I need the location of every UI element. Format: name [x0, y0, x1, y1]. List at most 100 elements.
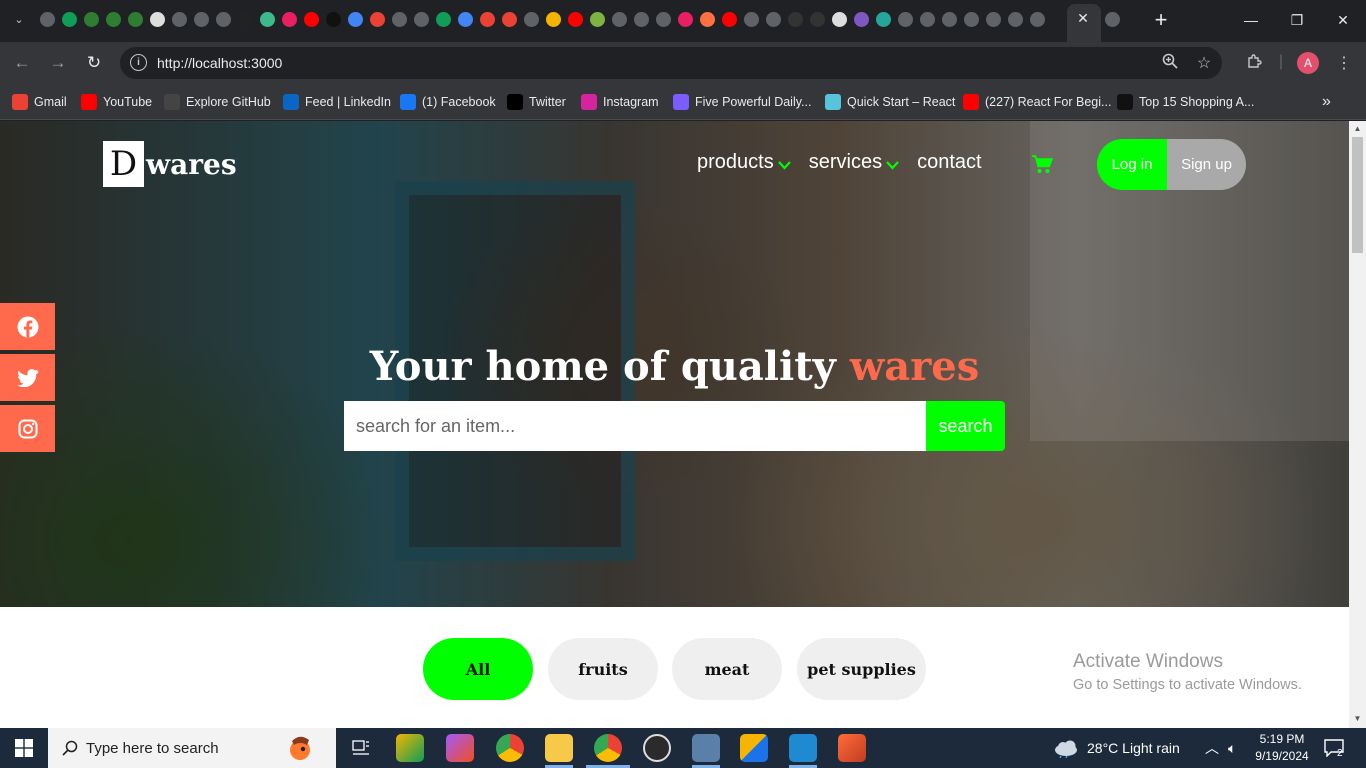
tab-favicon[interactable]: [986, 12, 1001, 27]
tab-favicon[interactable]: [546, 12, 561, 27]
tray-chevron-up-icon[interactable]: ︿: [1205, 728, 1219, 768]
instagram-icon[interactable]: [0, 405, 55, 452]
bookmark-item[interactable]: Five Powerful Daily...: [673, 93, 811, 111]
bookmark-item[interactable]: (227) React For Begi...: [963, 93, 1111, 111]
tab-favicon[interactable]: [876, 12, 891, 27]
tab-favicon[interactable]: [722, 12, 737, 27]
tab-favicon[interactable]: [172, 12, 187, 27]
vscode-icon[interactable]: [789, 734, 817, 762]
tab-favicon[interactable]: [458, 12, 473, 27]
tab-favicon[interactable]: [766, 12, 781, 27]
cart-icon[interactable]: [1031, 154, 1053, 180]
restore-icon[interactable]: ❐: [1274, 6, 1320, 34]
tab-favicon[interactable]: [524, 12, 539, 27]
browser-menu-icon[interactable]: ⋮: [1334, 53, 1354, 73]
extensions-icon[interactable]: [1244, 53, 1264, 75]
reload-icon[interactable]: ↻: [81, 51, 107, 75]
tab-favicon[interactable]: [436, 12, 451, 27]
bookmark-item[interactable]: Gmail: [12, 93, 67, 111]
scrollbar-thumb[interactable]: [1352, 137, 1363, 253]
tab-favicon[interactable]: [128, 12, 143, 27]
site-info-icon[interactable]: i: [130, 54, 147, 71]
back-icon[interactable]: ←: [9, 51, 35, 75]
tab-favicon[interactable]: [106, 12, 121, 27]
bookmark-item[interactable]: Explore GitHub: [164, 93, 271, 111]
tab-favicon[interactable]: [898, 12, 913, 27]
tab-favicon[interactable]: [282, 12, 297, 27]
tab-favicon[interactable]: [62, 12, 77, 27]
tab-favicon[interactable]: [370, 12, 385, 27]
tab-favicon[interactable]: [260, 12, 275, 27]
filter-chip-pet-supplies[interactable]: pet supplies: [797, 638, 926, 700]
chrome-app-icon[interactable]: [496, 734, 524, 762]
tab-favicon[interactable]: [216, 12, 231, 27]
tab-favicon[interactable]: [194, 12, 209, 27]
bookmark-star-icon[interactable]: ☆: [1194, 53, 1214, 73]
tab-favicon[interactable]: [964, 12, 979, 27]
address-url[interactable]: http://localhost:3000: [157, 55, 282, 71]
signup-button[interactable]: Sign up: [1167, 139, 1246, 190]
address-bar[interactable]: i http://localhost:3000 ☆: [120, 47, 1222, 79]
tab-favicon[interactable]: [854, 12, 869, 27]
tab-favicon[interactable]: [832, 12, 847, 27]
bookmark-item[interactable]: (1) Facebook: [400, 93, 496, 111]
bookmark-item[interactable]: Twitter: [507, 93, 566, 111]
close-window-icon[interactable]: ✕: [1320, 6, 1366, 34]
nav-products[interactable]: products: [697, 151, 791, 174]
tab-favicon[interactable]: [84, 12, 99, 27]
nav-services[interactable]: services: [809, 151, 899, 174]
tab-favicon[interactable]: [810, 12, 825, 27]
tab-favicon[interactable]: [590, 12, 605, 27]
tab-favicon[interactable]: [348, 12, 363, 27]
remote-desktop-icon[interactable]: [692, 734, 720, 762]
nav-contact[interactable]: contact: [917, 151, 981, 174]
tab-favicon[interactable]: [744, 12, 759, 27]
security-shield-icon[interactable]: [740, 734, 768, 762]
search-button[interactable]: search: [926, 401, 1005, 451]
tab-favicon[interactable]: [238, 12, 253, 27]
site-logo[interactable]: D wares: [103, 141, 237, 187]
minimize-icon[interactable]: —: [1228, 6, 1274, 34]
weather-widget[interactable]: 28°C Light rain: [1053, 728, 1180, 768]
tab-favicon[interactable]: [40, 12, 55, 27]
taskbar-search[interactable]: Type here to search: [48, 728, 336, 768]
tab-favicon[interactable]: [414, 12, 429, 27]
bookmark-item[interactable]: Feed | LinkedIn: [283, 93, 391, 111]
profile-avatar[interactable]: A: [1297, 52, 1319, 74]
tab-favicon[interactable]: [678, 12, 693, 27]
git-app-icon[interactable]: [396, 734, 424, 762]
more-bookmarks-icon[interactable]: »: [1322, 93, 1331, 111]
bookmark-item[interactable]: Quick Start – React: [825, 93, 955, 111]
tab-favicon[interactable]: [326, 12, 341, 27]
tab-favicon[interactable]: [392, 12, 407, 27]
tab-favicon[interactable]: [502, 12, 517, 27]
volume-icon[interactable]: 🔈︎: [1228, 728, 1236, 768]
tab-favicon[interactable]: [150, 12, 165, 27]
login-button[interactable]: Log in: [1097, 139, 1167, 190]
scroll-up-icon[interactable]: ▲: [1352, 124, 1363, 136]
notification-center-icon[interactable]: 2: [1324, 728, 1344, 768]
media-player-icon[interactable]: [643, 734, 671, 762]
tab-favicon[interactable]: [788, 12, 803, 27]
tab-favicon[interactable]: [920, 12, 935, 27]
system-clock[interactable]: 5:19 PM 9/19/2024: [1250, 731, 1314, 765]
file-explorer-icon[interactable]: [545, 734, 573, 762]
bookmark-item[interactable]: YouTube: [81, 93, 152, 111]
chrome-profile-app-icon[interactable]: [594, 734, 622, 762]
zoom-icon[interactable]: [1160, 53, 1180, 74]
tab-search-icon[interactable]: ⌄: [8, 8, 30, 30]
tab-favicon[interactable]: [700, 12, 715, 27]
tab-favicon[interactable]: [480, 12, 495, 27]
bookmark-item[interactable]: Top 15 Shopping A...: [1117, 93, 1254, 111]
task-view-icon[interactable]: [347, 734, 375, 762]
tab-favicon[interactable]: [612, 12, 627, 27]
bookmark-item[interactable]: Instagram: [581, 93, 659, 111]
tab-favicon[interactable]: [1105, 12, 1120, 27]
filter-chip-meat[interactable]: meat: [672, 638, 782, 700]
tab-favicon[interactable]: [568, 12, 583, 27]
close-tab-icon[interactable]: ✕: [1075, 10, 1091, 27]
tab-favicon[interactable]: [304, 12, 319, 27]
tab-favicon[interactable]: [656, 12, 671, 27]
forward-icon[interactable]: →: [45, 51, 71, 75]
search-input[interactable]: [344, 401, 926, 451]
